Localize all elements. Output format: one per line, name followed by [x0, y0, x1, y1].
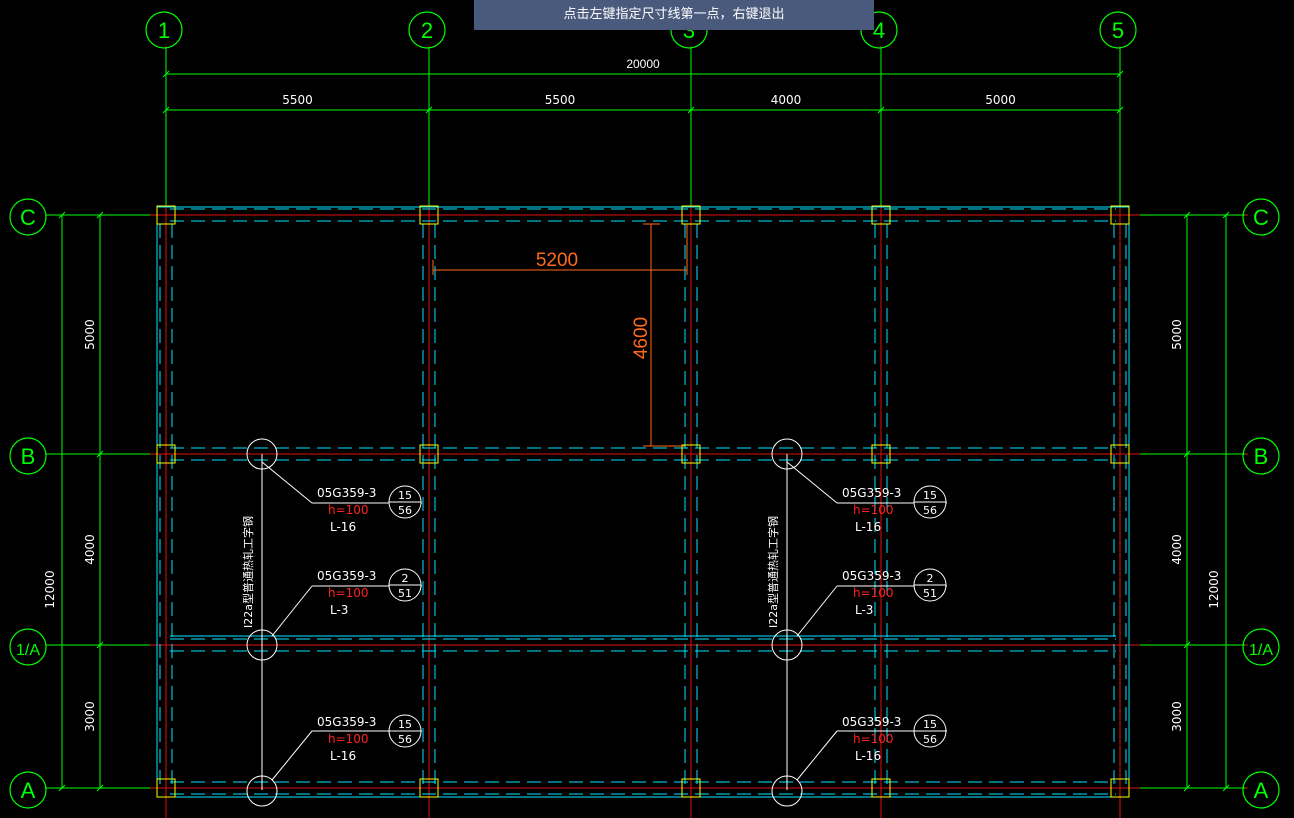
tag-label-left-3: L-16 [330, 749, 356, 763]
tag-h-left-2: h=100 [328, 586, 369, 600]
cad-drawing-canvas[interactable]: 200005500 5500 4000 50001200050004000300012… [0, 0, 1294, 818]
dim-top-overall-text: 20000 [626, 57, 660, 71]
dim-top-span-text-4: 5000 [985, 93, 1016, 107]
axis-label-h-1-right: C [1253, 205, 1269, 230]
tag-num-bottom-right-1: 56 [923, 504, 937, 517]
tag-h-right-3: h=100 [853, 732, 894, 746]
tag-label-left-1: L-16 [330, 520, 356, 534]
rebar-note-left: I22a型普通热轧工字钢 [241, 516, 255, 628]
command-prompt-tooltip: 点击左键指定尺寸线第一点，右键退出 [474, 0, 874, 30]
axis-label-h-3-left: 1/A [16, 642, 40, 659]
axis-lines [46, 46, 1248, 818]
measure-h-text: 5200 [536, 250, 578, 271]
tag-num-bottom-right-2: 51 [923, 587, 937, 600]
dim-left-span-text-2: 4000 [83, 534, 97, 565]
dim-right-span-text-1: 5000 [1170, 319, 1184, 350]
dim-right-span-text-2: 4000 [1170, 534, 1184, 565]
tag-label-left-2: L-3 [330, 603, 348, 617]
tag-code-left-3: 05G359-3 [317, 715, 376, 729]
measure-v-text: 4600 [631, 317, 652, 359]
tag-num-bottom-left-1: 56 [398, 504, 412, 517]
tag-leader-left-1 [261, 461, 313, 504]
axis-label-v-4: 4 [873, 18, 885, 43]
tag-leader-right-3 [796, 730, 838, 781]
tag-num-top-left-2: 2 [402, 572, 409, 585]
dim-top-span-text-2: 5500 [545, 93, 576, 107]
tag-leader-left-2 [271, 585, 313, 637]
dim-left-span-text-3: 3000 [83, 701, 97, 732]
tag-leader-right-1 [786, 461, 838, 504]
measurement-overlay: 5200 4600 [432, 223, 688, 447]
tag-code-right-3: 05G359-3 [842, 715, 901, 729]
columns [156, 205, 1130, 798]
dim-left-span-text-1: 5000 [83, 319, 97, 350]
axis-label-h-1-left: C [20, 205, 36, 230]
axis-label-v-5: 5 [1112, 18, 1124, 43]
rebar-note-right: I22a型普通热轧工字钢 [766, 516, 780, 628]
tag-label-right-1: L-16 [855, 520, 881, 534]
tag-code-left-2: 05G359-3 [317, 569, 376, 583]
axis-bubbles: 1 2 3 4 5C CB B1/A 1/AA A [9, 11, 1280, 809]
tag-label-right-3: L-16 [855, 749, 881, 763]
tag-h-left-3: h=100 [328, 732, 369, 746]
tag-h-right-1: h=100 [853, 503, 894, 517]
dim-top-span-text-1: 5500 [282, 93, 313, 107]
tag-num-top-left-3: 15 [398, 718, 412, 731]
tag-num-bottom-left-2: 51 [398, 587, 412, 600]
axis-label-h-4-left: A [21, 778, 36, 803]
tag-num-bottom-right-3: 56 [923, 733, 937, 746]
tag-num-top-left-1: 15 [398, 489, 412, 502]
tag-h-right-2: h=100 [853, 586, 894, 600]
dim-top-span-text-3: 4000 [771, 93, 802, 107]
tag-code-right-1: 05G359-3 [842, 486, 901, 500]
tag-num-top-right-3: 15 [923, 718, 937, 731]
dim-left-overall-text: 12000 [43, 570, 57, 608]
axis-label-h-4-right: A [1254, 778, 1269, 803]
tag-h-left-1: h=100 [328, 503, 369, 517]
slab-outline [156, 206, 1130, 798]
axis-label-h-2-right: B [1254, 444, 1269, 469]
dim-right-overall-text: 12000 [1207, 570, 1221, 608]
tag-num-top-right-2: 2 [927, 572, 934, 585]
axis-label-v-1: 1 [158, 18, 170, 43]
dim-right-span-text-3: 3000 [1170, 701, 1184, 732]
axis-label-v-2: 2 [421, 18, 433, 43]
tag-label-right-2: L-3 [855, 603, 873, 617]
tag-leader-left-3 [271, 730, 313, 781]
beam-tags: I22a型普通热轧工字钢 05G359-3 h=100 L-16 15 56 05G359-… [241, 438, 947, 807]
tag-leader-right-2 [796, 585, 838, 637]
axis-label-h-3-right: 1/A [1249, 642, 1273, 659]
dimension-lines: 20000 5500 5500 4000 5000 12000 5000 4000 3000 12… [43, 48, 1245, 792]
beam-dashed-lines [156, 206, 1130, 798]
tag-num-bottom-left-3: 56 [398, 733, 412, 746]
tag-num-top-right-1: 15 [923, 489, 937, 502]
tag-code-left-1: 05G359-3 [317, 486, 376, 500]
tag-code-right-2: 05G359-3 [842, 569, 901, 583]
axis-label-h-2-left: B [21, 444, 36, 469]
